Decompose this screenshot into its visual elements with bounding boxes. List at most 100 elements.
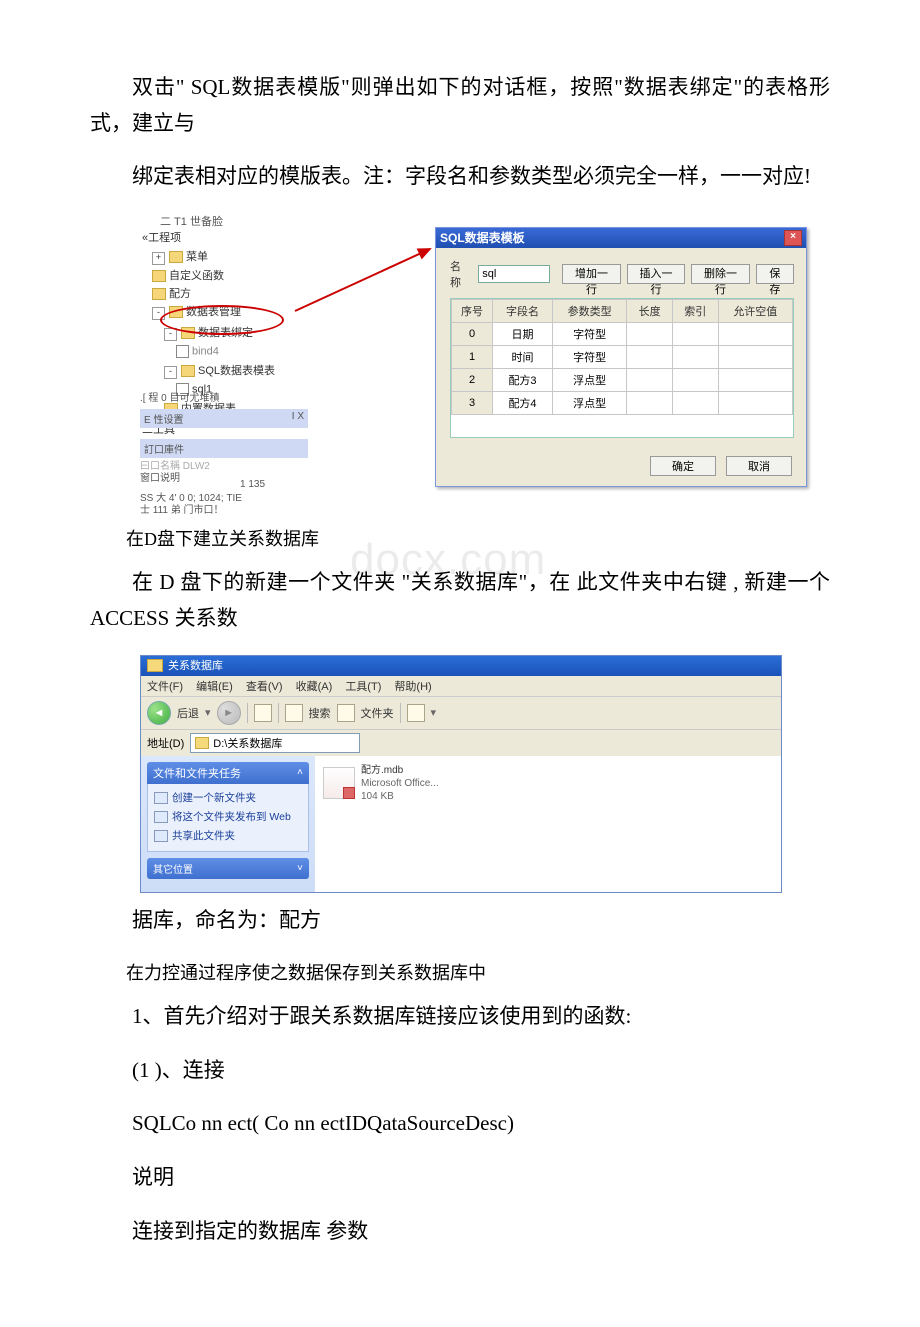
cell-index: 0	[452, 323, 493, 346]
explorer-toolbar: ◄ 后退 ▾ ► 搜索 文件夹 ▾	[141, 696, 781, 730]
cell-type[interactable]: 字符型	[553, 323, 627, 346]
cell-field[interactable]: 配方3	[493, 369, 553, 392]
cell-type[interactable]: 浮点型	[553, 369, 627, 392]
col-header[interactable]: 长度	[627, 300, 673, 323]
paragraph-8: (1 )、连接	[90, 1053, 830, 1089]
tree-item[interactable]: -SQL数据表模表	[164, 361, 275, 380]
share-icon	[154, 830, 168, 842]
cell-field[interactable]: 配方4	[493, 392, 553, 415]
menu-item[interactable]: 查看(V)	[246, 681, 283, 693]
cell-type[interactable]: 字符型	[553, 346, 627, 369]
delete-row-button[interactable]: 删除一行	[691, 264, 750, 284]
col-header[interactable]: 参数类型	[553, 300, 627, 323]
tree-sub: «工程项	[142, 229, 275, 245]
explorer-content[interactable]: 配方.mdb Microsoft Office... 104 KB	[315, 756, 781, 892]
cell-len[interactable]	[627, 392, 673, 415]
table-row[interactable]: 1时间字符型	[452, 346, 793, 369]
paragraph-4: 在 D 盘下的新建一个文件夹 "关系数据库"，在 此文件夹中右键 , 新建一个 …	[90, 565, 830, 636]
paragraph-6: 在力控通过程序使之数据保存到关系数据库中	[90, 957, 830, 989]
col-header[interactable]: 序号	[452, 300, 493, 323]
close-icon[interactable]: ×	[784, 230, 802, 246]
forward-button[interactable]: ►	[217, 701, 241, 725]
task-link[interactable]: 共享此文件夹	[154, 826, 302, 845]
cell-index-flag[interactable]	[672, 346, 718, 369]
table-row[interactable]: 2配方3浮点型	[452, 369, 793, 392]
folder-icon	[169, 251, 183, 263]
expand-icon[interactable]: +	[152, 252, 165, 265]
tree-item[interactable]: 自定义函数	[152, 266, 275, 284]
file-item[interactable]: 配方.mdb Microsoft Office... 104 KB	[323, 764, 773, 803]
grid-wrap: 序号 字段名 参数类型 长度 索引 允许空值 0日期字符型1时间字符型2配方3浮…	[450, 298, 794, 438]
file-meta: 配方.mdb Microsoft Office... 104 KB	[361, 764, 439, 803]
menu-bar[interactable]: 文件(F) 编辑(E) 查看(V) 收藏(A) 工具(T) 帮助(H)	[141, 676, 781, 696]
add-row-button[interactable]: 增加一行	[562, 264, 621, 284]
other-places-header[interactable]: 其它位置 ˅	[147, 858, 309, 879]
fields-grid[interactable]: 序号 字段名 参数类型 长度 索引 允许空值 0日期字符型1时间字符型2配方3浮…	[451, 299, 793, 415]
chevron-up-icon[interactable]: ˄	[297, 767, 303, 778]
menu-item[interactable]: 文件(F)	[147, 681, 183, 693]
cell-null[interactable]	[718, 392, 792, 415]
paragraph-2: 绑定表相对应的模版表。注：字段名和参数类型必须完全一样，一一对应!	[90, 159, 830, 195]
ok-button[interactable]: 确定	[650, 456, 716, 476]
cancel-button[interactable]: 取消	[726, 456, 792, 476]
cell-null[interactable]	[718, 346, 792, 369]
menu-item[interactable]: 收藏(A)	[296, 681, 333, 693]
address-box[interactable]: D:\关系数据库	[190, 733, 360, 753]
menu-item[interactable]: 帮助(H)	[394, 681, 431, 693]
paragraph-3: 在D盘下建立关系数据库	[90, 523, 830, 555]
cell-index-flag[interactable]	[672, 369, 718, 392]
cell-len[interactable]	[627, 346, 673, 369]
highlight-circle	[160, 305, 284, 335]
paragraph-5: 据库，命名为：配方	[90, 903, 830, 939]
misc-text: 窗口说明	[140, 469, 180, 484]
tree-item[interactable]: bind4	[176, 344, 275, 359]
cell-index: 2	[452, 369, 493, 392]
task-panel-header[interactable]: 文件和文件夹任务 ˄	[147, 762, 309, 784]
table-row[interactable]: 3配方4浮点型	[452, 392, 793, 415]
folder-icon	[147, 659, 163, 672]
cell-index-flag[interactable]	[672, 392, 718, 415]
search-icon[interactable]	[285, 704, 303, 722]
folders-icon[interactable]	[337, 704, 355, 722]
chevron-down-icon[interactable]: ˅	[297, 863, 303, 874]
address-label: 地址(D)	[147, 735, 184, 751]
explorer-titlebar: 关系数据库	[141, 656, 781, 676]
cell-index-flag[interactable]	[672, 323, 718, 346]
cell-type[interactable]: 浮点型	[553, 392, 627, 415]
cell-index: 1	[452, 346, 493, 369]
file-size: 104 KB	[361, 790, 439, 803]
cell-len[interactable]	[627, 323, 673, 346]
up-icon[interactable]	[254, 704, 272, 722]
back-button[interactable]: ◄	[147, 701, 171, 725]
views-icon[interactable]	[407, 704, 425, 722]
back-label: 后退	[177, 705, 199, 721]
menu-item[interactable]: 工具(T)	[345, 681, 381, 693]
globe-icon	[154, 811, 168, 823]
misc-text: 1 135	[240, 479, 265, 490]
save-button[interactable]: 保存	[756, 264, 794, 284]
misc-panel: E 性设置 I X	[140, 409, 308, 428]
cell-field[interactable]: 日期	[493, 323, 553, 346]
tree-item[interactable]: +菜单	[152, 247, 275, 266]
tree-item[interactable]: 配方	[152, 284, 275, 302]
col-header[interactable]: 字段名	[493, 300, 553, 323]
tree-caption: 二 T1 世备脸	[160, 213, 275, 229]
new-folder-icon	[154, 792, 168, 804]
collapse-icon[interactable]: -	[164, 366, 177, 379]
insert-row-button[interactable]: 插入一行	[627, 264, 686, 284]
cell-null[interactable]	[718, 323, 792, 346]
sql-template-dialog: SQL数据表模板 × 名称 增加一行 插入一行 删除一行 保存 序号	[435, 227, 807, 487]
misc-panel: 訂口庫件	[140, 439, 308, 458]
menu-item[interactable]: 编辑(E)	[196, 681, 233, 693]
cell-field[interactable]: 时间	[493, 346, 553, 369]
misc-text: .[ 程 0 目可尤堆積	[140, 389, 219, 404]
cell-len[interactable]	[627, 369, 673, 392]
task-link[interactable]: 将这个文件夹发布到 Web	[154, 807, 302, 826]
task-link[interactable]: 创建一个新文件夹	[154, 788, 302, 807]
col-header[interactable]: 索引	[672, 300, 718, 323]
folder-icon	[195, 737, 209, 749]
cell-null[interactable]	[718, 369, 792, 392]
col-header[interactable]: 允许空值	[718, 300, 792, 323]
name-input[interactable]	[478, 265, 550, 283]
table-row[interactable]: 0日期字符型	[452, 323, 793, 346]
